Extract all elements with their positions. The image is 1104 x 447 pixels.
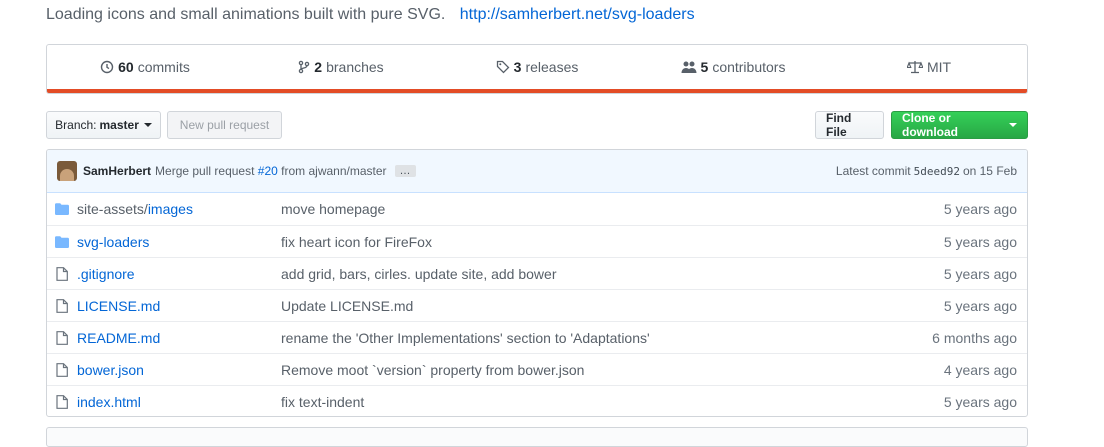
file-row[interactable]: index.html fix text-indent 5 years ago: [47, 385, 1027, 416]
latest-commit-bar: SamHerbert Merge pull request #20 from a…: [47, 150, 1027, 193]
commit-date: on 15 Feb: [962, 164, 1017, 178]
clone-download-button[interactable]: Clone or download: [891, 111, 1028, 139]
clone-label: Clone or download: [902, 111, 958, 139]
file-age: 5 years ago: [943, 393, 1017, 410]
file-name-link[interactable]: LICENSE.md: [77, 298, 281, 314]
commit-message-suffix[interactable]: from ajwann/master: [281, 164, 386, 178]
commits-label: commits: [137, 59, 190, 75]
branches-count: 2: [314, 59, 323, 75]
contributors-link[interactable]: 5 contributors: [635, 59, 831, 75]
file-age: 5 years ago: [943, 233, 1017, 250]
file-name-link[interactable]: site-assets/images: [77, 201, 281, 217]
commit-message-prefix[interactable]: Merge pull request: [155, 164, 254, 178]
file-age: 5 years ago: [943, 297, 1017, 314]
caret-down-icon: [143, 123, 152, 127]
people-icon: [681, 61, 697, 73]
file-row[interactable]: README.md rename the 'Other Implementatio…: [47, 321, 1027, 353]
file-age: 5 years ago: [943, 201, 1017, 217]
homepage-link[interactable]: http://samherbert.net/svg-loaders: [460, 6, 695, 23]
file-row[interactable]: site-assets/images move homepage 5 years a…: [47, 193, 1027, 225]
file-icon: [47, 298, 77, 313]
license-link[interactable]: MIT: [831, 59, 1027, 75]
commits-count: 60: [118, 59, 134, 75]
file-icon: [47, 330, 77, 345]
file-commit-message[interactable]: fix heart icon for FireFox: [281, 234, 887, 250]
file-age: 4 years ago: [943, 361, 1017, 378]
releases-label: releases: [525, 59, 579, 75]
file-row[interactable]: svg-loaders fix heart icon for FireFox 5 y…: [47, 225, 1027, 257]
license-label: MIT: [926, 59, 952, 75]
file-icon: [47, 394, 77, 409]
file-age: 5 years ago: [943, 265, 1017, 282]
branch-label: Branch:: [55, 118, 97, 132]
latest-commit-label: Latest commit: [835, 164, 911, 178]
file-commit-message[interactable]: Update LICENSE.md: [281, 298, 887, 314]
commit-author[interactable]: SamHerbert: [83, 164, 151, 178]
law-icon: [906, 61, 923, 74]
repo-summary: 60 commits 2 branches 3 releases 5 contr…: [46, 44, 1028, 94]
tag-icon: [496, 60, 510, 74]
file-age: 6 months ago: [932, 329, 1017, 346]
contributors-label: contributors: [712, 59, 786, 75]
file-name-link[interactable]: index.html: [77, 394, 281, 410]
description-text: Loading icons and small animations built…: [46, 6, 446, 23]
file-commit-message[interactable]: rename the 'Other Implementations' secti…: [281, 330, 887, 346]
history-icon: [100, 60, 114, 74]
branches-link[interactable]: 2 branches: [243, 59, 439, 75]
releases-count: 3: [513, 59, 522, 75]
file-row[interactable]: bower.json Remove moot `version` property…: [47, 353, 1027, 385]
contributors-count: 5: [700, 59, 709, 75]
new-pull-request-button[interactable]: New pull request: [167, 111, 282, 139]
file-row[interactable]: LICENSE.md Update LICENSE.md 5 years ago: [47, 289, 1027, 321]
readme-box: [46, 427, 1028, 447]
find-file-button[interactable]: Find File: [815, 111, 884, 139]
branch-icon: [299, 60, 310, 74]
file-name-link[interactable]: bower.json: [77, 362, 281, 378]
file-icon: [47, 266, 77, 281]
file-icon: [47, 362, 77, 377]
commits-link[interactable]: 60 commits: [47, 59, 243, 75]
branch-select-button[interactable]: Branch: master: [46, 111, 161, 139]
file-commit-message[interactable]: Remove moot `version` property from bowe…: [281, 362, 887, 378]
file-row[interactable]: .gitignore add grid, bars, cirles. update…: [47, 257, 1027, 289]
file-commit-message[interactable]: fix text-indent: [281, 394, 887, 410]
folder-icon: [47, 235, 77, 248]
repo-description: Loading icons and small animations built…: [46, 6, 695, 24]
commit-pr-link[interactable]: #20: [258, 164, 278, 178]
branch-value: master: [99, 118, 139, 132]
file-name-link[interactable]: README.md: [77, 330, 281, 346]
file-name-link[interactable]: svg-loaders: [77, 234, 281, 250]
commit-sha[interactable]: 5deed92: [914, 165, 960, 178]
file-list: SamHerbert Merge pull request #20 from a…: [46, 149, 1028, 417]
avatar[interactable]: [57, 161, 77, 181]
branches-label: branches: [326, 59, 384, 75]
expand-commit-button[interactable]: …: [394, 165, 416, 177]
file-name-link[interactable]: .gitignore: [77, 266, 281, 282]
file-commit-message[interactable]: add grid, bars, cirles. update site, add…: [281, 266, 887, 282]
releases-link[interactable]: 3 releases: [439, 59, 635, 75]
language-bar[interactable]: [47, 89, 1027, 93]
file-commit-message[interactable]: move homepage: [281, 201, 887, 217]
folder-icon: [47, 203, 77, 215]
caret-down-icon: [1009, 123, 1017, 127]
